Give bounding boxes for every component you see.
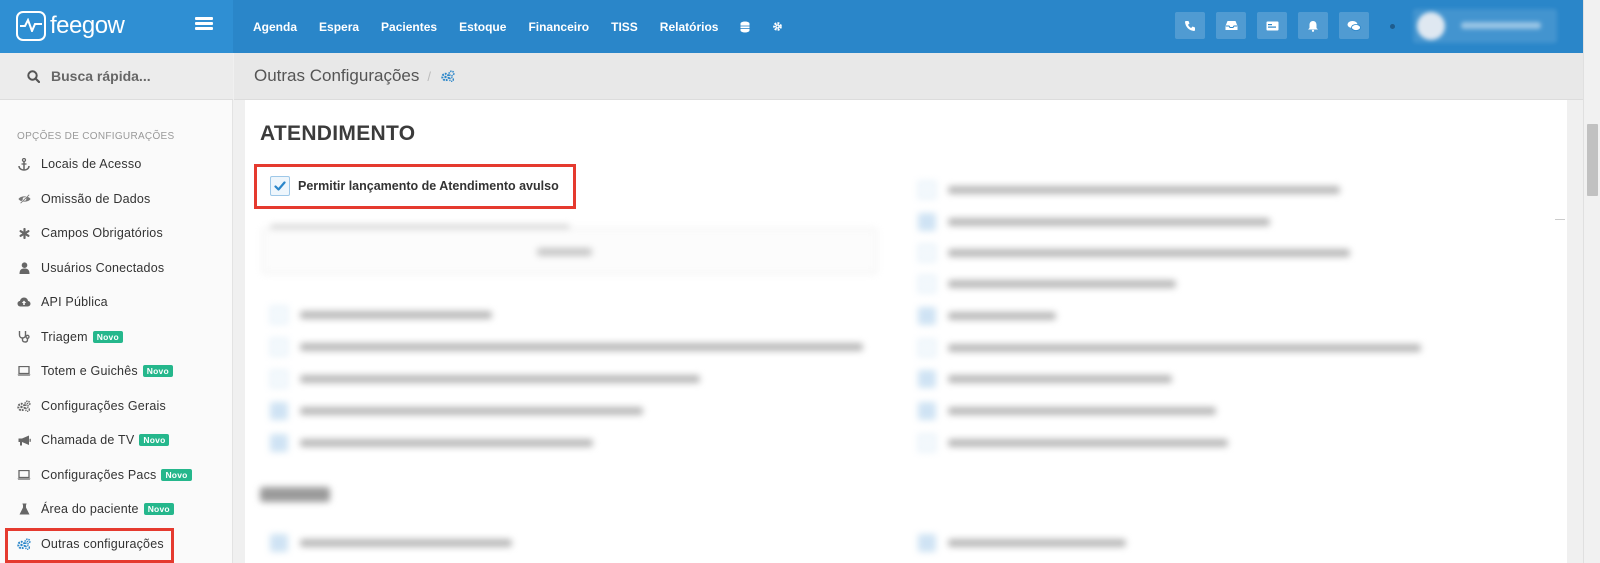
stethoscope-icon [17, 330, 31, 344]
sidebar-item-configuracoes-pacs[interactable]: Configurações Pacs Novo [0, 458, 233, 493]
blurred-option[interactable] [918, 213, 1270, 231]
blurred-option[interactable] [270, 338, 863, 356]
sidebar-item-omissao-de-dados[interactable]: Omissão de Dados [0, 182, 233, 217]
sidebar-item-label: Configurações Pacs [41, 467, 157, 482]
avatar [1417, 12, 1445, 40]
sidebar-item-label: Locais de Acesso [41, 157, 142, 172]
sidebar-item-chamada-de-tv[interactable]: Chamada de TV Novo [0, 423, 233, 458]
breadcrumb-separator: / [427, 68, 431, 84]
sidebar-item-api-publica[interactable]: API Pública [0, 285, 233, 320]
new-badge: Novo [142, 365, 173, 378]
new-badge: Novo [92, 330, 123, 343]
settings-menu: Locais de Acesso Omissão de Dados Campos… [0, 147, 233, 561]
sidebar-section-title: OPÇÕES DE CONFIGURAÇÕES [17, 131, 175, 142]
flask-icon [17, 502, 31, 516]
user-icon [17, 261, 31, 275]
sidebar-item-label: Totem e Guichês [41, 364, 138, 379]
blurred-option[interactable] [918, 402, 1216, 420]
nav-estoque[interactable]: Estoque [459, 20, 506, 34]
blurred-option[interactable] [918, 244, 1350, 262]
blurred-option[interactable] [918, 339, 1421, 357]
menu-toggle-icon[interactable] [195, 17, 213, 31]
nav-relatorios[interactable]: Relatórios [660, 20, 719, 34]
page-scrollbar[interactable] [1583, 0, 1600, 563]
section-title: ATENDIMENTO [260, 122, 416, 145]
sidebar-item-usuarios-conectados[interactable]: Usuários Conectados [0, 251, 233, 286]
search-placeholder: Busca rápida... [51, 68, 151, 84]
blurred-option[interactable] [918, 181, 1340, 199]
blurred-option[interactable] [270, 534, 512, 552]
sidebar-item-label: Área do paciente [41, 502, 139, 517]
sidebar-item-totem-e-guiches[interactable]: Totem e Guichês Novo [0, 354, 233, 389]
nav-agenda[interactable]: Agenda [253, 20, 297, 34]
sidebar-item-label: Campos Obrigatórios [41, 226, 163, 241]
user-menu[interactable] [1413, 9, 1557, 43]
card-icon[interactable] [1257, 12, 1287, 39]
sidebar-item-label: Triagem [41, 329, 88, 344]
divider [1555, 219, 1565, 220]
sidebar: Busca rápida... OPÇÕES DE CONFIGURAÇÕES … [0, 53, 233, 563]
sidebar-item-label: Configurações Gerais [41, 398, 166, 413]
gear-icon[interactable] [772, 21, 783, 32]
highlight-outras-configuracoes [5, 528, 174, 563]
chat-icon[interactable] [1339, 12, 1369, 39]
cogs-icon[interactable] [441, 70, 455, 82]
sidebar-item-label: Chamada de TV [41, 433, 135, 448]
blurred-option[interactable] [270, 402, 643, 420]
blurred-option[interactable] [270, 306, 492, 324]
database-icon[interactable] [740, 21, 750, 33]
phone-icon[interactable] [1175, 12, 1205, 39]
sidebar-item-label: API Pública [41, 295, 108, 310]
logo-icon[interactable] [16, 11, 46, 41]
brand-area: feegow [0, 0, 233, 53]
sidebar-item-label: Usuários Conectados [41, 260, 165, 275]
cloud-upload-icon [17, 295, 31, 309]
main-nav: Agenda Espera Pacientes Estoque Financei… [253, 0, 805, 53]
page-title: Outras Configurações [254, 66, 420, 85]
sidebar-item-configuracoes-gerais[interactable]: Configurações Gerais [0, 389, 233, 424]
sidebar-item-label: Omissão de Dados [41, 191, 151, 206]
new-badge: Novo [139, 434, 170, 447]
breadcrumb: Outras Configurações / [234, 53, 1583, 100]
quick-search[interactable]: Busca rápida... [0, 53, 233, 100]
asterisk-icon [17, 226, 31, 240]
nav-pacientes[interactable]: Pacientes [381, 20, 437, 34]
nav-espera[interactable]: Espera [319, 20, 359, 34]
nav-financeiro[interactable]: Financeiro [528, 20, 589, 34]
new-badge: Novo [161, 468, 192, 481]
top-navbar: feegow Agenda Espera Pacientes Estoque F… [0, 0, 1583, 53]
cogs-icon [17, 399, 31, 413]
search-icon [27, 69, 40, 83]
sidebar-item-locais-de-acesso[interactable]: Locais de Acesso [0, 147, 233, 182]
blurred-section-title [260, 487, 330, 502]
highlight-option [254, 164, 576, 209]
anchor-icon [17, 157, 31, 171]
laptop-icon [17, 468, 31, 482]
blurred-option[interactable] [918, 307, 1056, 325]
blurred-select[interactable] [262, 228, 877, 274]
new-badge: Novo [143, 503, 174, 516]
blurred-option[interactable] [918, 370, 1172, 388]
logo-text[interactable]: feegow [50, 12, 125, 40]
user-name-redacted [1461, 22, 1541, 29]
blurred-option[interactable] [270, 370, 700, 388]
sidebar-item-campos-obrigatorios[interactable]: Campos Obrigatórios [0, 216, 233, 251]
blurred-option[interactable] [918, 534, 1126, 552]
bell-icon[interactable] [1298, 12, 1328, 39]
inbox-icon[interactable] [1216, 12, 1246, 39]
sidebar-item-triagem[interactable]: Triagem Novo [0, 320, 233, 355]
scrollbar-thumb[interactable] [1587, 124, 1598, 196]
blurred-option[interactable] [918, 434, 1228, 452]
nav-tiss[interactable]: TISS [611, 20, 638, 34]
bullhorn-icon [17, 433, 31, 447]
blurred-option[interactable] [918, 275, 1176, 293]
blurred-option[interactable] [270, 434, 593, 452]
eye-slash-icon [17, 192, 31, 206]
laptop-icon [17, 364, 31, 378]
status-dot [1390, 24, 1395, 29]
sidebar-item-area-do-paciente[interactable]: Área do paciente Novo [0, 492, 233, 527]
